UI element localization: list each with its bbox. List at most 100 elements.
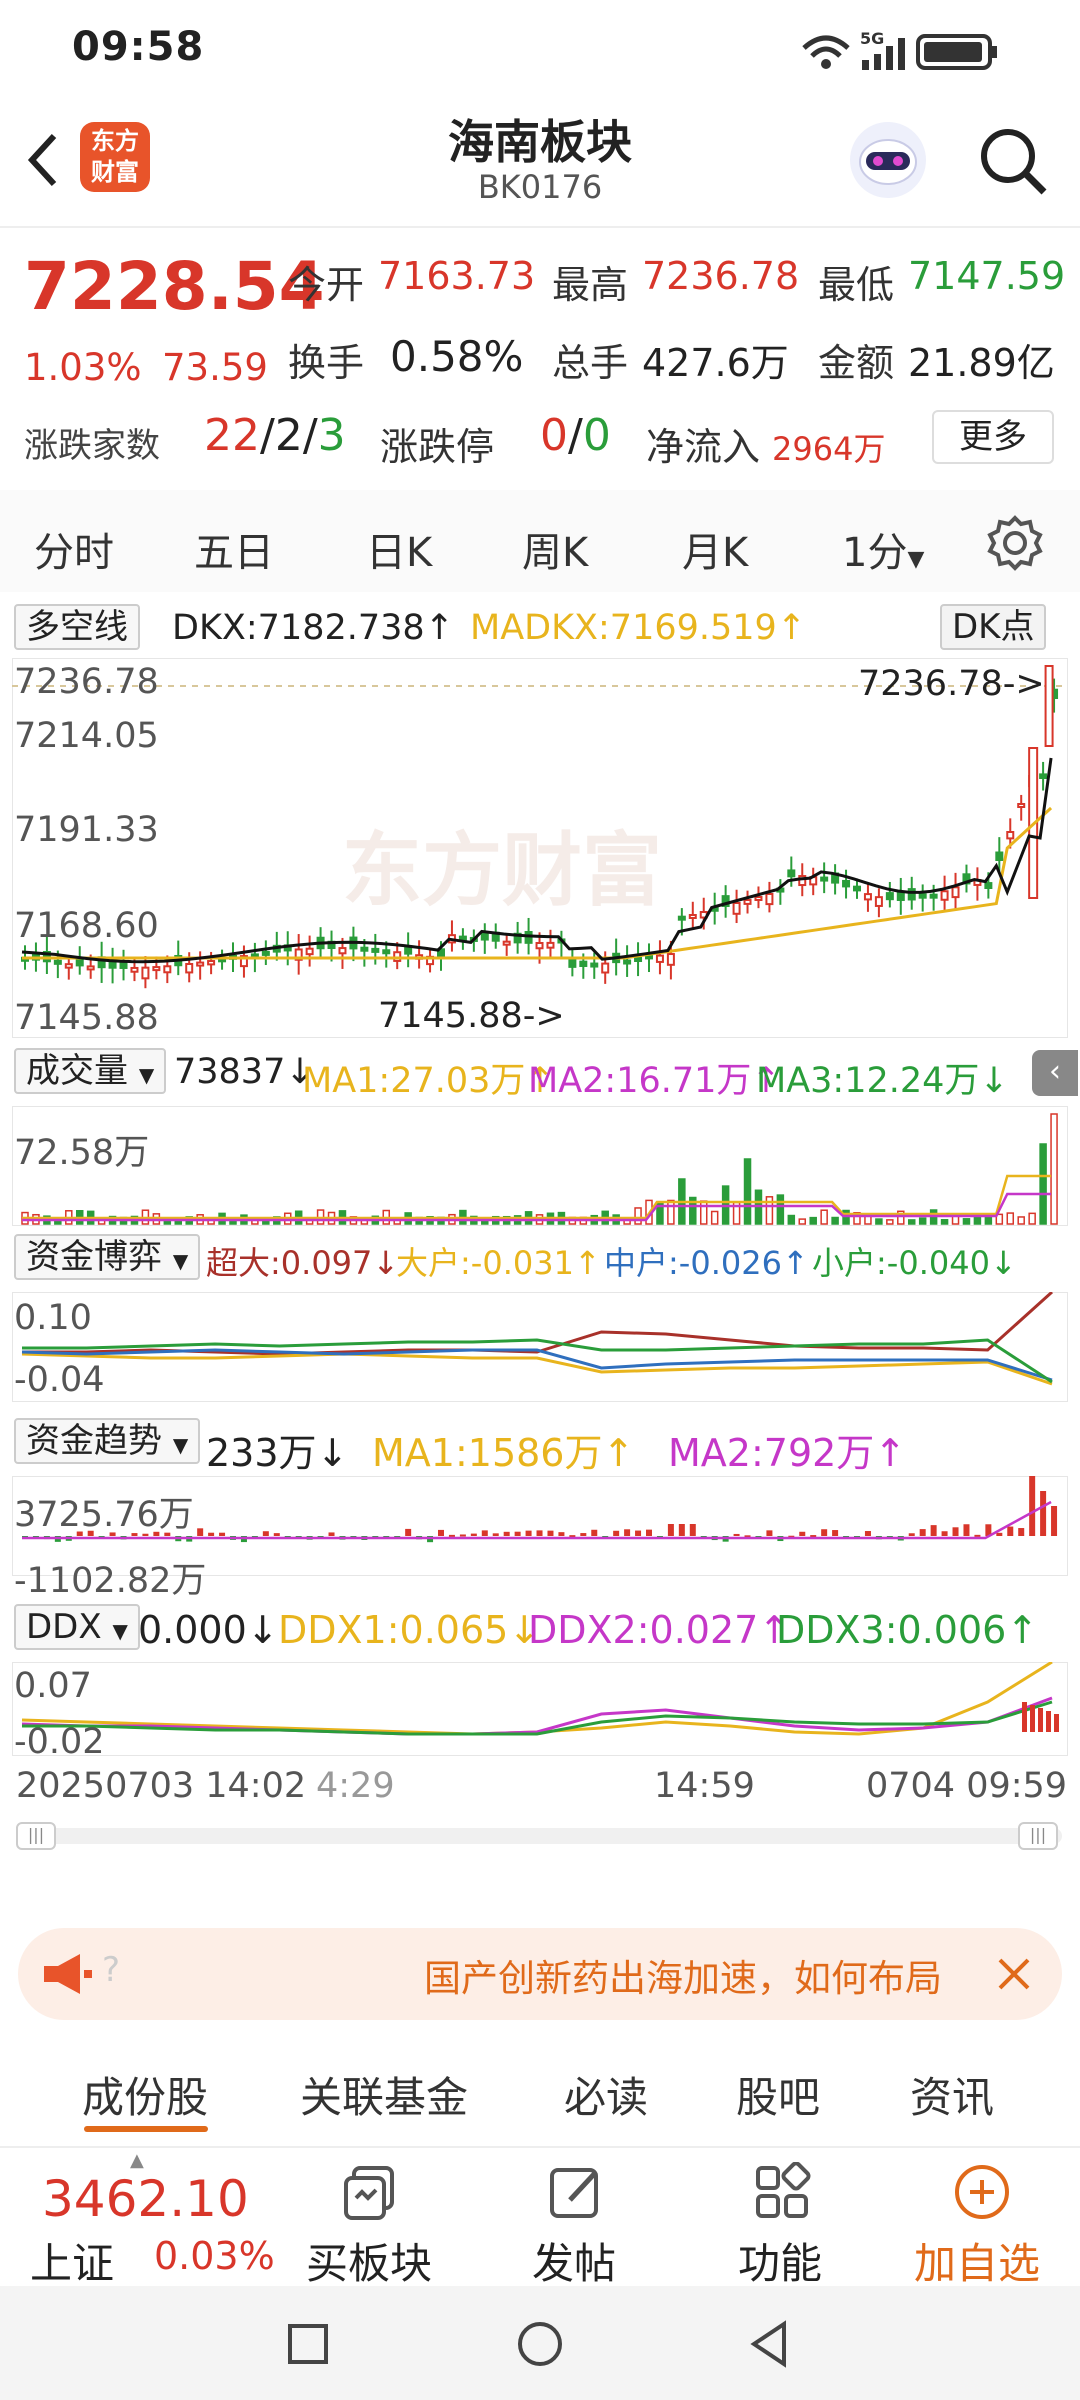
indicator-select-dk[interactable]: 多空线 [14,604,140,650]
bottom-action-bar: ▲ 3462.10 上证 0.03% 买板块 发帖 功能 加自选 [0,2146,1080,2288]
volume-ma2: MA2:16.71万↑ [528,1061,781,1101]
sep3: / [568,410,583,461]
buy-sector-button[interactable]: 买板块 [306,2230,432,2291]
trend-bar [908,1533,915,1536]
time-axis-end: 0704 09:59 [866,1766,1068,1806]
volume-bar [809,1216,817,1225]
tab-news[interactable]: 资讯 [910,2064,994,2125]
index-value[interactable]: 3462.10 [42,2170,249,2228]
price-candle [874,896,883,907]
turnover-value: 0.58% [390,332,524,381]
price-chart[interactable]: 东方财富 [12,658,1068,1038]
trend-bar [197,1528,204,1536]
ddx-value-text: 0.000 [138,1608,247,1652]
post-button[interactable]: 发帖 [532,2230,616,2291]
updown-counts: 22/2/3 [204,410,346,461]
period-tabs: 分时 五日 日K 周K 月K 1分▼ [0,490,1080,592]
tab-must-read[interactable]: 必读 [564,2064,648,2125]
chart-area[interactable]: 多空线 DKX:7182.738↑ MADKX:7169.519↑ DK点 东方… [0,596,1080,1866]
price-candle [141,966,150,980]
trend-bar [1051,1506,1058,1536]
volume-bar [699,1200,708,1225]
time-scrollbar[interactable] [16,1828,1062,1844]
tab-day-k[interactable]: 日K [366,520,432,578]
robot-assistant-icon[interactable] [846,118,930,202]
volume-ma3-text: MA3:12.24万 [756,1061,980,1101]
collapse-panel-button[interactable]: ‹ [1032,1050,1078,1096]
open-label: 今开 [288,263,365,307]
price-candle [918,893,927,899]
fund-super-text: 超大:0.097 [206,1244,373,1282]
change-value: 73.59 [162,346,268,389]
price-candle [666,953,675,966]
tab-month-k[interactable]: 月K [682,520,748,578]
price-candle [634,956,643,962]
fund-game-chart[interactable] [12,1292,1068,1402]
fund-small-text: 小户:-0.040 [812,1244,990,1282]
tab-five-day[interactable]: 五日 [194,520,274,578]
volume-bar [1039,1143,1047,1225]
volume-bar [667,1199,675,1225]
trend-bar [219,1532,226,1536]
expand-arrow-icon[interactable]: ▲ [130,2150,144,2171]
more-button[interactable]: 更多 [932,410,1054,464]
index-name[interactable]: 上证 [30,2230,114,2291]
volume-bar [820,1209,828,1225]
last-price: 7228.54 [24,248,325,325]
price-candle [842,879,851,888]
home-icon[interactable] [516,2320,564,2368]
settings-gear-icon[interactable] [986,514,1044,572]
price-candle [502,940,511,946]
indicator-select-volume[interactable]: 成交量 ▼ [14,1048,167,1094]
back-nav-icon[interactable] [746,2320,794,2368]
volume-ma2-text: MA2:16.71万 [528,1061,752,1101]
trend-bar [328,1532,335,1536]
ddx3-text: DDX3:0.006 [776,1608,1007,1652]
trend-ma2: MA2:792万↑ [668,1431,907,1475]
fund-big: 大户:-0.031↑ [396,1244,601,1282]
volume-bar [634,1207,642,1225]
price-candle [338,947,347,955]
tab-week-k[interactable]: 周K [522,520,588,578]
scroll-handle-right[interactable]: ||| [1018,1822,1058,1850]
trend-bar [503,1531,510,1536]
close-icon[interactable] [994,1954,1034,1994]
price-candle [546,941,555,949]
volume-bar [918,1217,927,1225]
trend-bar [448,1534,455,1537]
recent-apps-icon[interactable] [286,2322,330,2366]
ddx-chart[interactable] [12,1662,1068,1756]
indicator-select-ddx[interactable]: DDX ▼ [14,1604,140,1650]
trend-bar [930,1525,937,1536]
add-watchlist-button[interactable]: 加自选 [914,2230,1040,2291]
price-candle [185,962,194,974]
search-icon[interactable] [976,124,1050,198]
status-time: 09:58 [72,24,205,70]
ddx-bar [1022,1702,1027,1732]
volume-bar [886,1219,894,1225]
high-label: 最高 [552,263,629,307]
volume-chart[interactable] [12,1106,1068,1226]
price-candle [196,961,205,967]
news-text[interactable]: 国产创新药出海加速，如何布局 [424,1948,994,2002]
news-banner[interactable]: ? 国产创新药出海加速，如何布局 [18,1928,1062,2020]
price-candle [995,851,1004,862]
trend-bar [459,1534,466,1537]
tab-1min[interactable]: 1分▼ [842,520,924,578]
indicator-select-trend[interactable]: 资金趋势 ▼ [14,1418,201,1464]
tab-timeshare[interactable]: 分时 [34,520,114,578]
price-candle [53,959,62,965]
low-label: 最低 [818,263,895,307]
trend-bar [689,1524,696,1536]
tab-constituents[interactable]: 成份股 [82,2064,208,2125]
function-button[interactable]: 功能 [738,2230,822,2291]
dk-point-button[interactable]: DK点 [940,604,1047,650]
trend-ma1: MA1:1586万↑ [372,1431,635,1475]
scroll-handle-left[interactable]: ||| [16,1822,56,1850]
tab-forum[interactable]: 股吧 [736,2064,820,2125]
indicator-select-fund[interactable]: 资金博弈 ▼ [14,1234,201,1280]
price-candle [853,885,861,892]
add-watchlist-icon [955,2165,1009,2219]
index-pct[interactable]: 0.03% [154,2234,275,2278]
tab-related-funds[interactable]: 关联基金 [300,2064,468,2125]
